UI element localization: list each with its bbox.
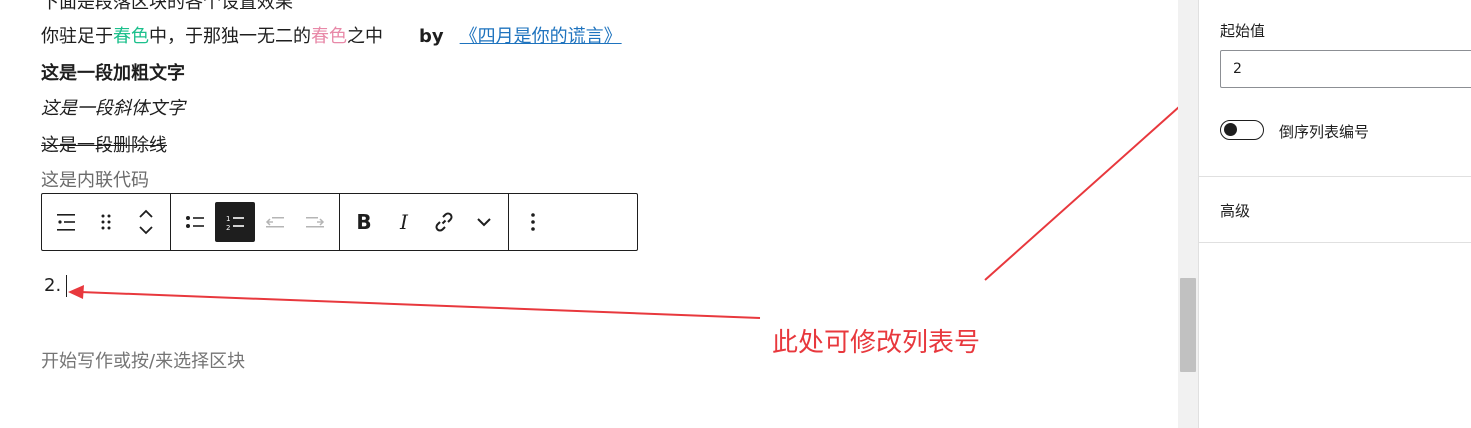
scrollbar-thumb[interactable] bbox=[1180, 278, 1196, 372]
toolbar-group-block bbox=[42, 194, 170, 250]
chevron-down-icon bbox=[477, 218, 491, 227]
options-button[interactable] bbox=[513, 202, 553, 242]
title-link[interactable]: 《四月是你的谎言》 bbox=[460, 26, 622, 47]
italic-icon: I bbox=[400, 210, 408, 234]
bullet-list-icon bbox=[186, 216, 204, 228]
block-placeholder[interactable]: 开始写作或按/来选择区块 bbox=[41, 347, 245, 373]
editor-canvas[interactable]: 下面是段落区块的各个设置效果 你驻足于春色中，于那独一无二的春色之中 by 《四月是… bbox=[0, 0, 1178, 428]
green-text: 春色 bbox=[113, 26, 149, 47]
move-up-down-button[interactable] bbox=[126, 202, 166, 242]
paragraph-inline-code[interactable]: 这是内联代码 bbox=[41, 166, 149, 192]
toolbar-group-format: B I bbox=[339, 194, 508, 250]
text-segment: 你驻足于 bbox=[41, 26, 113, 47]
advanced-panel-toggle[interactable]: 高级 bbox=[1220, 200, 1250, 221]
text-segment: 中，于那独一无二的 bbox=[149, 26, 311, 47]
drag-handle-icon bbox=[101, 214, 111, 230]
paragraph-bold[interactable]: 这是一段加粗文字 bbox=[41, 59, 185, 85]
bold-icon: B bbox=[356, 210, 372, 234]
paragraph-heading[interactable]: 下面是段落区块的各个设置效果 bbox=[41, 0, 293, 14]
svg-text:2: 2 bbox=[226, 224, 230, 232]
reverse-order-label: 倒序列表编号 bbox=[1279, 123, 1370, 141]
svg-text:1: 1 bbox=[226, 215, 230, 223]
reverse-order-toggle[interactable] bbox=[1220, 120, 1264, 140]
sidebar-divider bbox=[1199, 242, 1471, 243]
settings-sidebar: 起始值 2 倒序列表编号 高级 bbox=[1198, 0, 1471, 428]
more-vertical-icon bbox=[531, 213, 535, 231]
paragraph-colored[interactable]: 你驻足于春色中，于那独一无二的春色之中 by 《四月是你的谎言》 bbox=[41, 22, 622, 48]
bold-button[interactable]: B bbox=[344, 202, 384, 242]
ordered-list-button[interactable]: 1 2 bbox=[215, 202, 255, 242]
toolbar-group-options bbox=[508, 194, 557, 250]
block-toolbar: 1 2 B I bbox=[41, 193, 638, 251]
paragraph-strikethrough[interactable]: 这是一段删除线 bbox=[41, 131, 167, 157]
unordered-list-button[interactable] bbox=[175, 202, 215, 242]
indent-icon bbox=[306, 217, 325, 228]
text-segment: 之中 bbox=[347, 26, 383, 47]
annotation-label: 此处可修改列表号 bbox=[772, 328, 981, 358]
numbered-list-icon: 1 2 bbox=[226, 215, 244, 232]
italic-button[interactable]: I bbox=[384, 202, 424, 242]
toggle-knob bbox=[1224, 123, 1237, 136]
chevron-up-down-icon bbox=[139, 209, 153, 235]
by-text: by bbox=[419, 26, 444, 47]
text-caret[interactable] bbox=[66, 275, 67, 297]
drag-handle[interactable] bbox=[86, 202, 126, 242]
block-type-button[interactable] bbox=[46, 202, 86, 242]
pink-text: 春色 bbox=[311, 26, 347, 47]
link-button[interactable] bbox=[424, 202, 464, 242]
start-value-input[interactable]: 2 bbox=[1220, 50, 1471, 88]
more-format-button[interactable] bbox=[464, 202, 504, 242]
link-icon bbox=[435, 212, 453, 232]
outdent-button[interactable] bbox=[255, 202, 295, 242]
toolbar-group-list: 1 2 bbox=[170, 194, 339, 250]
paragraph-italic[interactable]: 这是一段斜体文字 bbox=[41, 94, 185, 120]
start-value-label: 起始值 bbox=[1220, 22, 1266, 40]
list-item-number: 2. bbox=[44, 275, 62, 296]
list-block-icon bbox=[57, 214, 75, 231]
sidebar-divider bbox=[1199, 176, 1471, 177]
indent-button[interactable] bbox=[295, 202, 335, 242]
outdent-icon bbox=[265, 217, 284, 228]
